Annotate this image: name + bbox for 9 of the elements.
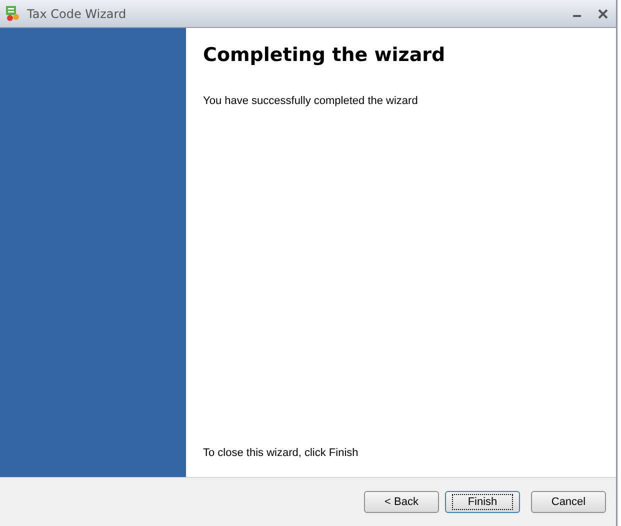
page-heading: Completing the wizard xyxy=(203,44,446,66)
app-icon xyxy=(5,5,21,22)
completion-message: You have successfully completed the wizard xyxy=(203,95,419,107)
close-instruction: To close this wizard, click Finish xyxy=(203,447,360,459)
wizard-button[interactable]: Cancel xyxy=(531,491,606,513)
close-icon[interactable] xyxy=(598,8,608,18)
window-title: Tax Code Wizard xyxy=(27,6,128,20)
wizard-button[interactable]: < Back xyxy=(364,491,439,513)
wizard-button[interactable]: Finish xyxy=(445,491,520,513)
